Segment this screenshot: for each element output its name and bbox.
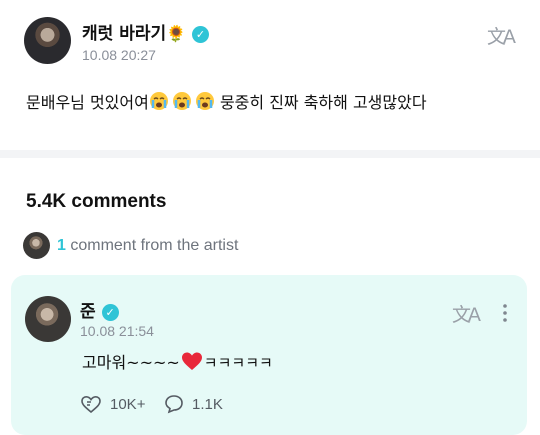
- crying-face-icon: [172, 91, 192, 115]
- verified-icon: ✓: [101, 304, 119, 321]
- translate-icon[interactable]: 文A: [487, 22, 516, 49]
- artist-comment-count: 1: [57, 237, 66, 254]
- artist-comment-text: 고마워~~~~ ㅋㅋㅋㅋㅋ: [82, 349, 273, 375]
- heart-icon: [181, 352, 202, 375]
- crying-face-icon: [195, 91, 215, 115]
- verified-icon: ✓: [191, 26, 209, 43]
- artist-comment-part2: ㅋㅋㅋㅋㅋ: [203, 354, 273, 372]
- author-name-row[interactable]: 캐럿 바라기🌻 ✓: [82, 19, 209, 44]
- post-text: 문배우님 멋있어여 뭉중히 진짜 축하해 고생많았다: [26, 89, 427, 115]
- artist-name-row[interactable]: 준 ✓: [80, 297, 119, 322]
- comments-count-title: 5.4K comments: [26, 191, 167, 212]
- artist-mini-avatar: [23, 232, 50, 259]
- author-name: 캐럿 바라기: [82, 24, 167, 44]
- like-count: 10K+: [110, 395, 146, 413]
- artist-comment-label: comment from the artist: [65, 237, 239, 254]
- artist-comment-part1: 고마워~~~~: [82, 353, 180, 372]
- translate-icon[interactable]: 文A: [452, 300, 481, 327]
- sunflower-icon: 🌻: [166, 24, 187, 43]
- reply-count: 1.1K: [192, 395, 223, 413]
- artist-comment-filter[interactable]: 1 comment from the artist: [57, 237, 238, 255]
- author-avatar[interactable]: [24, 17, 71, 64]
- crying-face-icon: [149, 91, 169, 115]
- reply-button[interactable]: 1.1K: [164, 394, 223, 414]
- reply-icon: [164, 394, 184, 414]
- artist-comment-timestamp: 10.08 21:54: [80, 323, 154, 339]
- section-divider: [0, 150, 540, 158]
- post-timestamp: 10.08 20:27: [82, 47, 156, 63]
- like-icon: [80, 394, 102, 414]
- artist-name: 준: [80, 302, 96, 322]
- more-options-icon[interactable]: [497, 303, 513, 323]
- post-text-part2: 뭉중히 진짜 축하해 고생많았다: [214, 93, 427, 112]
- artist-avatar[interactable]: [25, 296, 71, 342]
- like-button[interactable]: 10K+: [80, 394, 145, 414]
- post-text-part1: 문배우님 멋있어여: [26, 93, 149, 112]
